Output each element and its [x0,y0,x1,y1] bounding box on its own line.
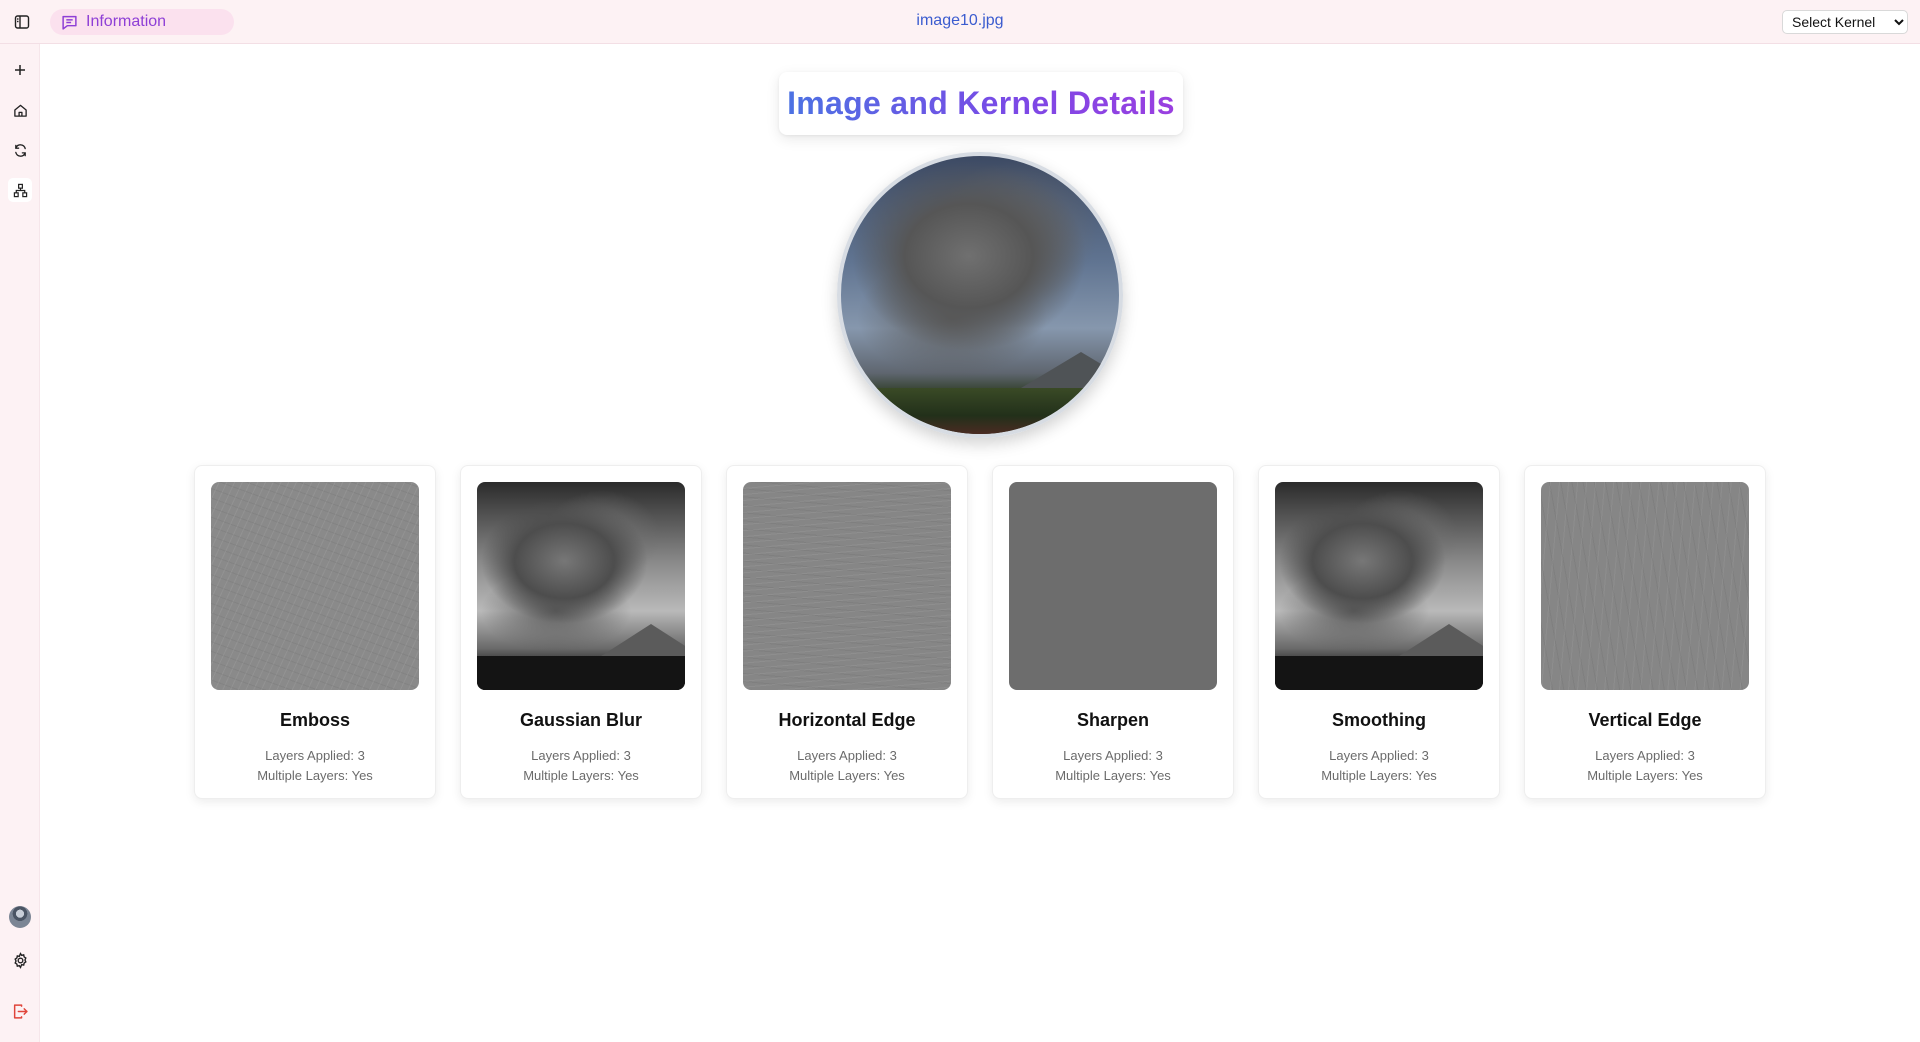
home-icon [13,103,28,118]
home-button[interactable] [8,98,32,122]
network-icon [13,183,28,198]
kernel-cards: Emboss Layers Applied: 3 Multiple Layers… [194,465,1766,799]
message-square-icon [61,14,78,31]
kernel-select[interactable]: Select Kernel [1782,10,1908,34]
refresh-button[interactable] [8,138,32,162]
network-button[interactable] [8,178,32,202]
top-bar: Information image10.jpg Select Kernel [0,0,1920,44]
title-card: Image and Kernel Details [779,72,1183,135]
kernel-result-image [1541,482,1749,690]
layers-applied: Layers Applied: 3 [265,748,365,763]
kernel-result-image [477,482,685,690]
kernel-result-image [743,482,951,690]
kernel-card-gaussian-blur[interactable]: Gaussian Blur Layers Applied: 3 Multiple… [460,465,702,799]
kernel-card-smoothing[interactable]: Smoothing Layers Applied: 3 Multiple Lay… [1258,465,1500,799]
gear-icon [12,951,29,969]
information-tab[interactable]: Information [50,9,234,35]
kernel-name: Horizontal Edge [778,710,916,730]
refresh-icon [13,143,28,158]
kernel-result-image [1009,482,1217,690]
kernel-result-image [211,482,419,690]
information-tab-label: Information [86,13,167,30]
kernel-card-emboss[interactable]: Emboss Layers Applied: 3 Multiple Layers… [194,465,436,799]
multiple-layers: Multiple Layers: Yes [1055,768,1171,783]
source-image [837,152,1123,438]
kernel-name: Vertical Edge [1588,710,1702,730]
page-title: Image and Kernel Details [787,85,1175,121]
kernel-result-image [1275,482,1483,690]
multiple-layers: Multiple Layers: Yes [1321,768,1437,783]
main-content: Image and Kernel Details Emboss Layers A… [41,45,1920,1042]
current-filename: image10.jpg [916,12,1004,29]
kernel-name: Smoothing [1332,710,1426,730]
kernel-card-horizontal-edge[interactable]: Horizontal Edge Layers Applied: 3 Multip… [726,465,968,799]
left-sidebar [0,44,40,1042]
settings-button[interactable] [8,948,32,972]
new-button[interactable] [8,58,32,82]
logout-icon [12,1003,29,1020]
layers-applied: Layers Applied: 3 [1329,748,1429,763]
sidebar-toggle-icon[interactable] [12,12,32,32]
multiple-layers: Multiple Layers: Yes [257,768,373,783]
layers-applied: Layers Applied: 3 [797,748,897,763]
kernel-name: Emboss [279,710,351,730]
multiple-layers: Multiple Layers: Yes [523,768,639,783]
kernel-card-vertical-edge[interactable]: Vertical Edge Layers Applied: 3 Multiple… [1524,465,1766,799]
multiple-layers: Multiple Layers: Yes [1587,768,1703,783]
multiple-layers: Multiple Layers: Yes [789,768,905,783]
layers-applied: Layers Applied: 3 [1595,748,1695,763]
kernel-name: Gaussian Blur [519,710,643,730]
avatar[interactable] [9,906,31,928]
plus-icon [13,63,27,77]
layers-applied: Layers Applied: 3 [531,748,631,763]
layers-applied: Layers Applied: 3 [1063,748,1163,763]
logout-button[interactable] [8,999,32,1023]
kernel-card-sharpen[interactable]: Sharpen Layers Applied: 3 Multiple Layer… [992,465,1234,799]
hero-ground [841,388,1119,434]
kernel-name: Sharpen [1076,710,1150,730]
